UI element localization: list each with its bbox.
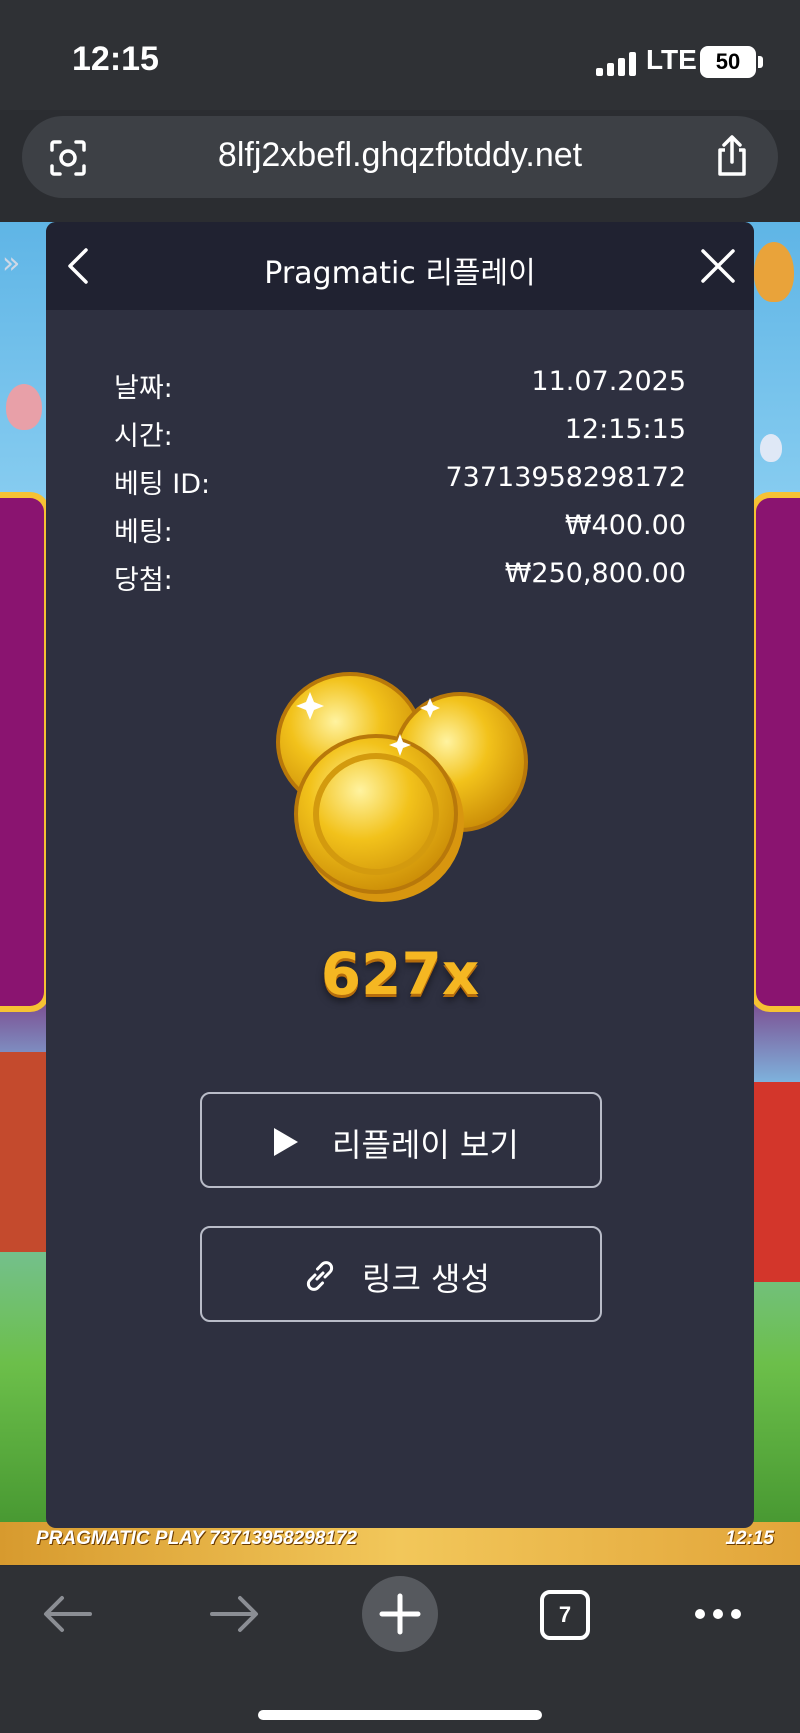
replay-modal: Pragmatic 리플레이 날짜: 11.07.2025 시간: 12:15:… xyxy=(46,222,754,1528)
info-label: 베팅: xyxy=(114,517,173,548)
status-time: 12:15 xyxy=(72,40,159,78)
create-link-button-label: 링크 생성 xyxy=(362,1260,490,1298)
info-row-date: 날짜: 11.07.2025 xyxy=(114,366,686,414)
balloon-icon xyxy=(760,434,782,462)
battery-icon: 50 xyxy=(700,46,756,78)
new-tab-button[interactable] xyxy=(362,1576,438,1652)
modal-header: Pragmatic 리플레이 xyxy=(46,222,754,310)
browser-toolbar: 7 xyxy=(0,1566,800,1733)
tab-switcher-button[interactable]: 7 xyxy=(540,1590,590,1640)
barn-icon xyxy=(754,1082,800,1282)
win-multiplier: 627x xyxy=(320,940,480,1008)
game-footer-id: PRAGMATIC PLAY 73713958298172 xyxy=(36,1528,358,1549)
info-value: 11.07.2025 xyxy=(531,366,686,397)
info-value: ₩250,800.00 xyxy=(504,558,686,589)
game-footer-time: 12:15 xyxy=(725,1528,774,1549)
modal-title: Pragmatic 리플레이 xyxy=(264,256,536,291)
game-footer: PRAGMATIC PLAY 73713958298172 12:15 xyxy=(0,1522,800,1565)
info-row-win: 당첨: ₩250,800.00 xyxy=(114,558,686,606)
address-bar[interactable]: 8lfj2xbefl.ghqzfbtddy.net xyxy=(22,116,778,198)
more-icon[interactable] xyxy=(690,1592,746,1636)
network-label: LTE xyxy=(646,44,697,75)
arrow-left-icon[interactable] xyxy=(40,1592,96,1636)
replay-button-label: 리플레이 보기 xyxy=(332,1126,519,1164)
barn-icon xyxy=(0,1052,46,1252)
info-label: 베팅 ID: xyxy=(114,469,211,500)
info-label: 날짜: xyxy=(114,373,173,404)
plus-icon xyxy=(379,1593,421,1635)
create-link-button[interactable]: 링크 생성 xyxy=(200,1226,602,1322)
home-indicator[interactable] xyxy=(258,1710,542,1720)
battery-tip xyxy=(758,56,763,68)
info-row-bet-id: 베팅 ID: 73713958298172 xyxy=(114,462,686,510)
info-value: 73713958298172 xyxy=(445,462,687,493)
info-value: 12:15:15 xyxy=(564,414,686,445)
balloon-icon xyxy=(754,242,794,302)
url-text[interactable]: 8lfj2xbefl.ghqzfbtddy.net xyxy=(22,136,778,175)
info-row-bet: 베팅: ₩400.00 xyxy=(114,510,686,558)
reel-frame-right xyxy=(750,492,800,1012)
replay-info: 날짜: 11.07.2025 시간: 12:15:15 베팅 ID: 73713… xyxy=(114,366,686,606)
replay-button[interactable]: 리플레이 보기 xyxy=(200,1092,602,1188)
balloon-icon xyxy=(6,384,42,430)
signal-icon xyxy=(596,52,638,76)
battery-level: 50 xyxy=(715,49,741,74)
chain-link-icon xyxy=(306,1261,334,1291)
reel-frame-left xyxy=(0,492,50,1012)
play-icon xyxy=(274,1128,298,1156)
share-icon[interactable] xyxy=(712,134,752,178)
info-value: ₩400.00 xyxy=(564,510,686,541)
status-bar: 12:15 LTE 50 xyxy=(0,0,800,110)
info-label: 당첨: xyxy=(114,565,173,596)
coins-icon xyxy=(276,672,528,902)
info-row-time: 시간: 12:15:15 xyxy=(114,414,686,462)
info-label: 시간: xyxy=(114,421,173,452)
arrow-right-icon[interactable] xyxy=(206,1592,262,1636)
close-icon[interactable] xyxy=(698,246,738,286)
expand-icon[interactable]: » xyxy=(2,246,20,281)
